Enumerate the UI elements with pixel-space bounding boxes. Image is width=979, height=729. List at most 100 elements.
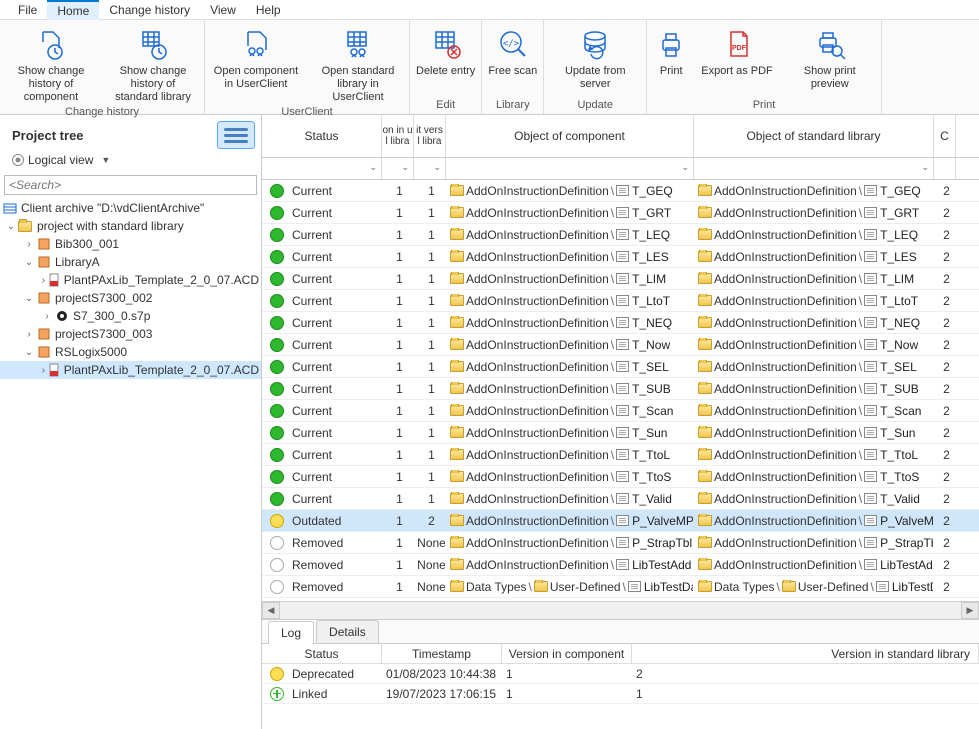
col-object-library[interactable]: Object of standard library [694,115,934,157]
tree-ps003[interactable]: › projectS7300_003 [0,325,261,343]
scroll-left-icon[interactable]: ◀ [262,602,280,619]
tree-librarya[interactable]: ⌄ LibraryA [0,253,261,271]
table-row[interactable]: Current11AddOnInstructionDefinition\T_Tt… [262,444,979,466]
tree-bib[interactable]: › Bib300_001 [0,235,261,253]
btn-print[interactable]: Print [647,22,695,78]
table-row[interactable]: Removed1NoneData Types\User-Defined\LibT… [262,576,979,598]
horizontal-scrollbar[interactable]: ◀ ▶ [262,601,979,619]
grid-body[interactable]: Current11AddOnInstructionDefinition\T_GE… [262,180,979,601]
ribbon-group-print: Print [647,97,881,114]
filter-v1[interactable]: ⌄ [382,158,414,179]
filter-obj2[interactable]: ⌄ [694,158,934,179]
btn-delete-entry[interactable]: Delete entry [410,22,481,78]
table-row[interactable]: Current11AddOnInstructionDefinition\T_Lt… [262,290,979,312]
scroll-right-icon[interactable]: ▶ [961,602,979,619]
tree-rslogix[interactable]: ⌄ RSLogix5000 [0,343,261,361]
tree-s7file[interactable]: › S7_300_0.s7p [0,307,261,325]
table-row[interactable]: Current11AddOnInstructionDefinition\T_LE… [262,246,979,268]
table-row[interactable]: Current11AddOnInstructionDefinition\T_SU… [262,378,979,400]
col-version-component[interactable]: on in ul libra [382,115,414,157]
tree-project[interactable]: ⌄ project with standard library [0,217,261,235]
table-row[interactable]: Removed1NoneAddOnInstructionDefinition\L… [262,554,979,576]
log-row[interactable]: Linked19/07/2023 17:06:1511 [262,684,979,704]
collapse-icon[interactable]: ⌄ [4,221,18,232]
btn-export-pdf[interactable]: PDF Export as PDF [695,22,779,78]
cell-v1: 1 [382,294,414,308]
logical-view-label[interactable]: Logical view [28,153,93,167]
log-body[interactable]: Deprecated01/08/2023 10:44:3812Linked19/… [262,664,979,729]
menu-file[interactable]: File [8,1,47,19]
menu-home[interactable]: Home [47,0,99,20]
content-area: Status on in ul libra it versl libra Obj… [262,115,979,729]
scan-icon: </> [495,26,531,62]
btn-print-preview[interactable]: Show print preview [779,22,881,91]
table-row[interactable]: Current11AddOnInstructionDefinition\T_SE… [262,356,979,378]
menu-view[interactable]: View [200,1,246,19]
table-row[interactable]: Current11AddOnInstructionDefinition\T_Su… [262,422,979,444]
table-row[interactable]: Current11AddOnInstructionDefinition\T_NE… [262,312,979,334]
table-row[interactable]: Current11AddOnInstructionDefinition\T_LI… [262,268,979,290]
btn-open-component-userclient[interactable]: Open component in UserClient [205,22,307,91]
btn-open-library-userclient[interactable]: Open standard library in UserClient [307,22,409,104]
search-input[interactable] [4,175,257,195]
tab-details[interactable]: Details [316,620,379,643]
col-object-component[interactable]: Object of component [446,115,694,157]
tree-ps002[interactable]: ⌄ projectS7300_002 [0,289,261,307]
log-row[interactable]: Deprecated01/08/2023 10:44:3812 [262,664,979,684]
col-extra[interactable]: C [934,115,956,157]
filter-status[interactable]: ⌄ [262,158,382,179]
grid-header: Status on in ul libra it versl libra Obj… [262,115,979,158]
log-col-timestamp[interactable]: Timestamp [382,644,502,663]
log-panel: Log Details Status Timestamp Version in … [262,619,979,729]
status-dot-icon [270,316,284,330]
expand-icon[interactable]: › [40,365,47,376]
expand-icon[interactable]: › [40,311,54,322]
collapse-icon[interactable]: ⌄ [22,257,36,268]
expand-icon[interactable]: › [40,275,47,286]
log-col-vcomp[interactable]: Version in component [502,644,632,663]
table-row[interactable]: Current11AddOnInstructionDefinition\T_LE… [262,224,979,246]
filter-v2[interactable]: ⌄ [414,158,446,179]
expand-icon[interactable]: › [22,329,36,340]
table-row[interactable]: Current11AddOnInstructionDefinition\T_GR… [262,202,979,224]
project-tree[interactable]: Client archive "D:\vdClientArchive" ⌄ pr… [0,197,261,729]
tree-template1[interactable]: › PlantPAxLib_Template_2_0_07.ACD [0,271,261,289]
filter-obj1[interactable]: ⌄ [446,158,694,179]
view-toggle-button[interactable] [217,121,255,149]
btn-update-from-server[interactable]: Update from server [544,22,646,91]
tree-archive-root[interactable]: Client archive "D:\vdClientArchive" [0,199,261,217]
collapse-icon[interactable]: ⌄ [22,293,36,304]
table-row[interactable]: Current11AddOnInstructionDefinition\T_Tt… [262,466,979,488]
chevron-down-icon[interactable]: ▼ [101,155,110,165]
btn-show-change-history-component[interactable]: Show change history of component [0,22,102,104]
tree-template2[interactable]: › PlantPAxLib_Template_2_0_07.ACD [0,361,261,379]
menu-help[interactable]: Help [246,1,291,19]
file-icon [47,272,61,288]
table-row[interactable]: Current11AddOnInstructionDefinition\T_Sc… [262,400,979,422]
tree-label: LibraryA [55,255,100,269]
table-row[interactable]: Current11AddOnInstructionDefinition\T_Va… [262,488,979,510]
table-row[interactable]: Current11AddOnInstructionDefinition\T_GE… [262,180,979,202]
table-row[interactable]: Outdated12AddOnInstructionDefinition\P_V… [262,510,979,532]
table-row[interactable]: Current11AddOnInstructionDefinition\T_No… [262,334,979,356]
module-icon [36,236,52,252]
logical-view-icon [12,154,24,166]
menu-change-history[interactable]: Change history [99,1,200,19]
filter-last[interactable] [934,158,956,179]
col-version-library[interactable]: it versl libra [414,115,446,157]
log-col-vlib[interactable]: Version in standard library [632,644,979,663]
svg-text:</>: </> [503,39,520,49]
cell-obj-library: AddOnInstructionDefinition\T_NEQ [694,316,934,330]
expand-icon[interactable]: › [22,239,36,250]
menu-bar: File Home Change history View Help [0,0,979,20]
table-row[interactable]: Removed1NoneAddOnInstructionDefinition\P… [262,532,979,554]
col-status[interactable]: Status [262,115,382,157]
collapse-icon[interactable]: ⌄ [22,347,36,358]
btn-free-scan[interactable]: </> Free scan [482,22,543,78]
tab-log[interactable]: Log [268,621,314,644]
status-dot-icon [270,404,284,418]
btn-show-change-history-library[interactable]: Show change history of standard library [102,22,204,104]
log-vcomp: 1 [502,687,632,701]
cell-v2: 1 [414,382,446,396]
log-col-status[interactable]: Status [262,644,382,663]
